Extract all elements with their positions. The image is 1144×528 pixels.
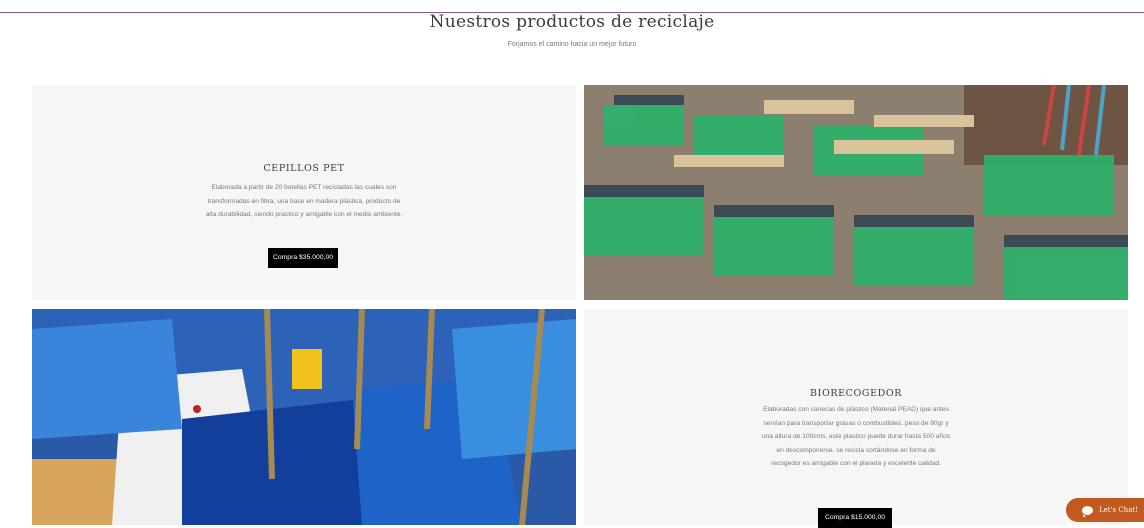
chat-bubble-icon <box>1082 505 1093 517</box>
buy-biorecogedor-button[interactable]: Compra $15.000,00 <box>818 508 892 528</box>
chat-label: Let's Chat! <box>1099 506 1139 514</box>
dustpans-illustration <box>32 309 576 525</box>
product-card-cepillos: CEPILLOS PET Elaborada a partir de 20 bo… <box>32 85 576 300</box>
chat-button[interactable]: Let's Chat! <box>1066 498 1144 522</box>
product-title: BIORECOGEDOR <box>810 388 902 399</box>
buy-cepillos-button[interactable]: Compra $35.000,00 <box>268 248 338 268</box>
product-description: Elaborada a partir de 20 botellas PET re… <box>205 184 403 219</box>
page-title: Nuestros productos de reciclaje <box>429 12 715 32</box>
brooms-illustration <box>584 85 1128 300</box>
dustpans-photo <box>32 309 576 525</box>
page-subtitle: Forjamos el camino hacia un mejor futuro <box>507 41 637 48</box>
product-title: CEPILLOS PET <box>263 163 345 174</box>
product-description: Elaboradas con canecas de plástico (Mate… <box>761 406 951 468</box>
brooms-photo <box>584 85 1128 300</box>
product-card-biorecogedor: BIORECOGEDOR Elaboradas con canecas de p… <box>584 309 1128 528</box>
